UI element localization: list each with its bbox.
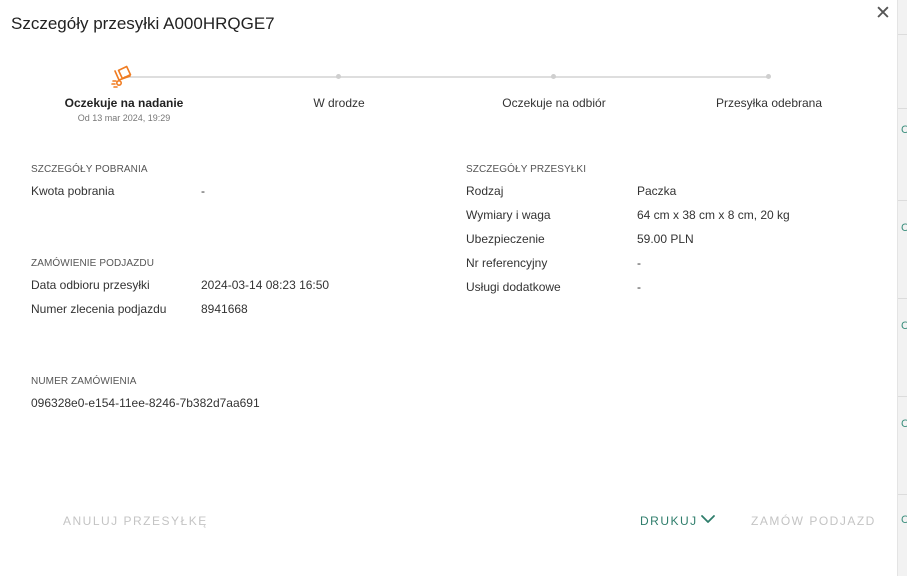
step-dot-w-drodze [336,74,341,79]
divider [898,298,907,299]
field-value: 59.00 PLN [637,232,694,246]
step-label-w-drodze: W drodze [313,96,365,110]
divider [898,396,907,397]
cancel-shipment-button[interactable]: ANULUJ PRZESYŁKĘ [63,514,208,528]
divider [898,494,907,495]
field-value: - [637,256,641,270]
field-label: Nr referencyjny [466,256,548,270]
step-label-oczekuje-na-nadanie: Oczekuje na nadanie [64,96,184,110]
field-label: Kwota pobrania [31,184,115,198]
modal-title: Szczegóły przesyłki A000HRQGE7 [11,14,275,33]
divider [898,34,907,35]
section-header-numer-zamowienia: NUMER ZAMÓWIENIA [31,376,137,387]
step-dot-przesylka-odebrana [766,74,771,79]
step-label-przesylka-odebrana: Przesyłka odebrana [715,96,823,110]
print-button[interactable]: DRUKUJ [640,514,698,528]
field-value: - [637,280,641,294]
field-label: Wymiary i waga [466,208,551,222]
field-label: Ubezpieczenie [466,232,545,246]
field-value: 64 cm x 38 cm x 8 cm, 20 kg [637,208,790,222]
field-value: 2024-03-14 08:23 16:50 [201,278,330,292]
background-page-edge: C C C C C [897,0,907,576]
field-value: Paczka [637,184,677,198]
background-fragment: C [901,124,907,136]
shipment-details-modal: Szczegóły przesyłki A000HRQGE7 ✕ Oczekuj… [0,0,897,576]
hand-truck-icon [111,65,132,88]
field-label: Usługi dodatkowe [466,280,561,294]
step-date: Od 13 mar 2024, 19:29 [77,113,171,123]
step-dot-oczekuje-na-odbior [551,74,556,79]
section-header-podjazd: ZAMÓWIENIE PODJAZDU [31,258,155,269]
field-label: Numer zlecenia podjazdu [31,302,167,316]
field-value: - [201,184,205,198]
background-fragment: C [901,320,907,332]
divider [898,200,907,201]
chevron-down-icon[interactable] [700,513,716,525]
divider [898,108,907,109]
order-number: 096328e0-e154-11ee-8246-7b382d7aa691 [31,396,260,410]
close-icon[interactable]: ✕ [875,2,891,25]
section-header-przesylka: SZCZEGÓŁY PRZESYŁKI [466,164,587,175]
field-label: Data odbioru przesyłki [31,278,150,292]
section-header-pobranie: SZCZEGÓŁY POBRANIA [31,164,148,175]
step-label-oczekuje-na-odbior: Oczekuje na odbiór [502,96,606,110]
background-fragment: C [901,222,907,234]
background-fragment: C [901,418,907,430]
background-fragment: C [901,514,907,526]
field-label: Rodzaj [466,184,504,198]
order-pickup-button[interactable]: ZAMÓW PODJAZD [751,514,876,528]
progress-track [124,76,770,78]
field-value: 8941668 [201,302,248,316]
